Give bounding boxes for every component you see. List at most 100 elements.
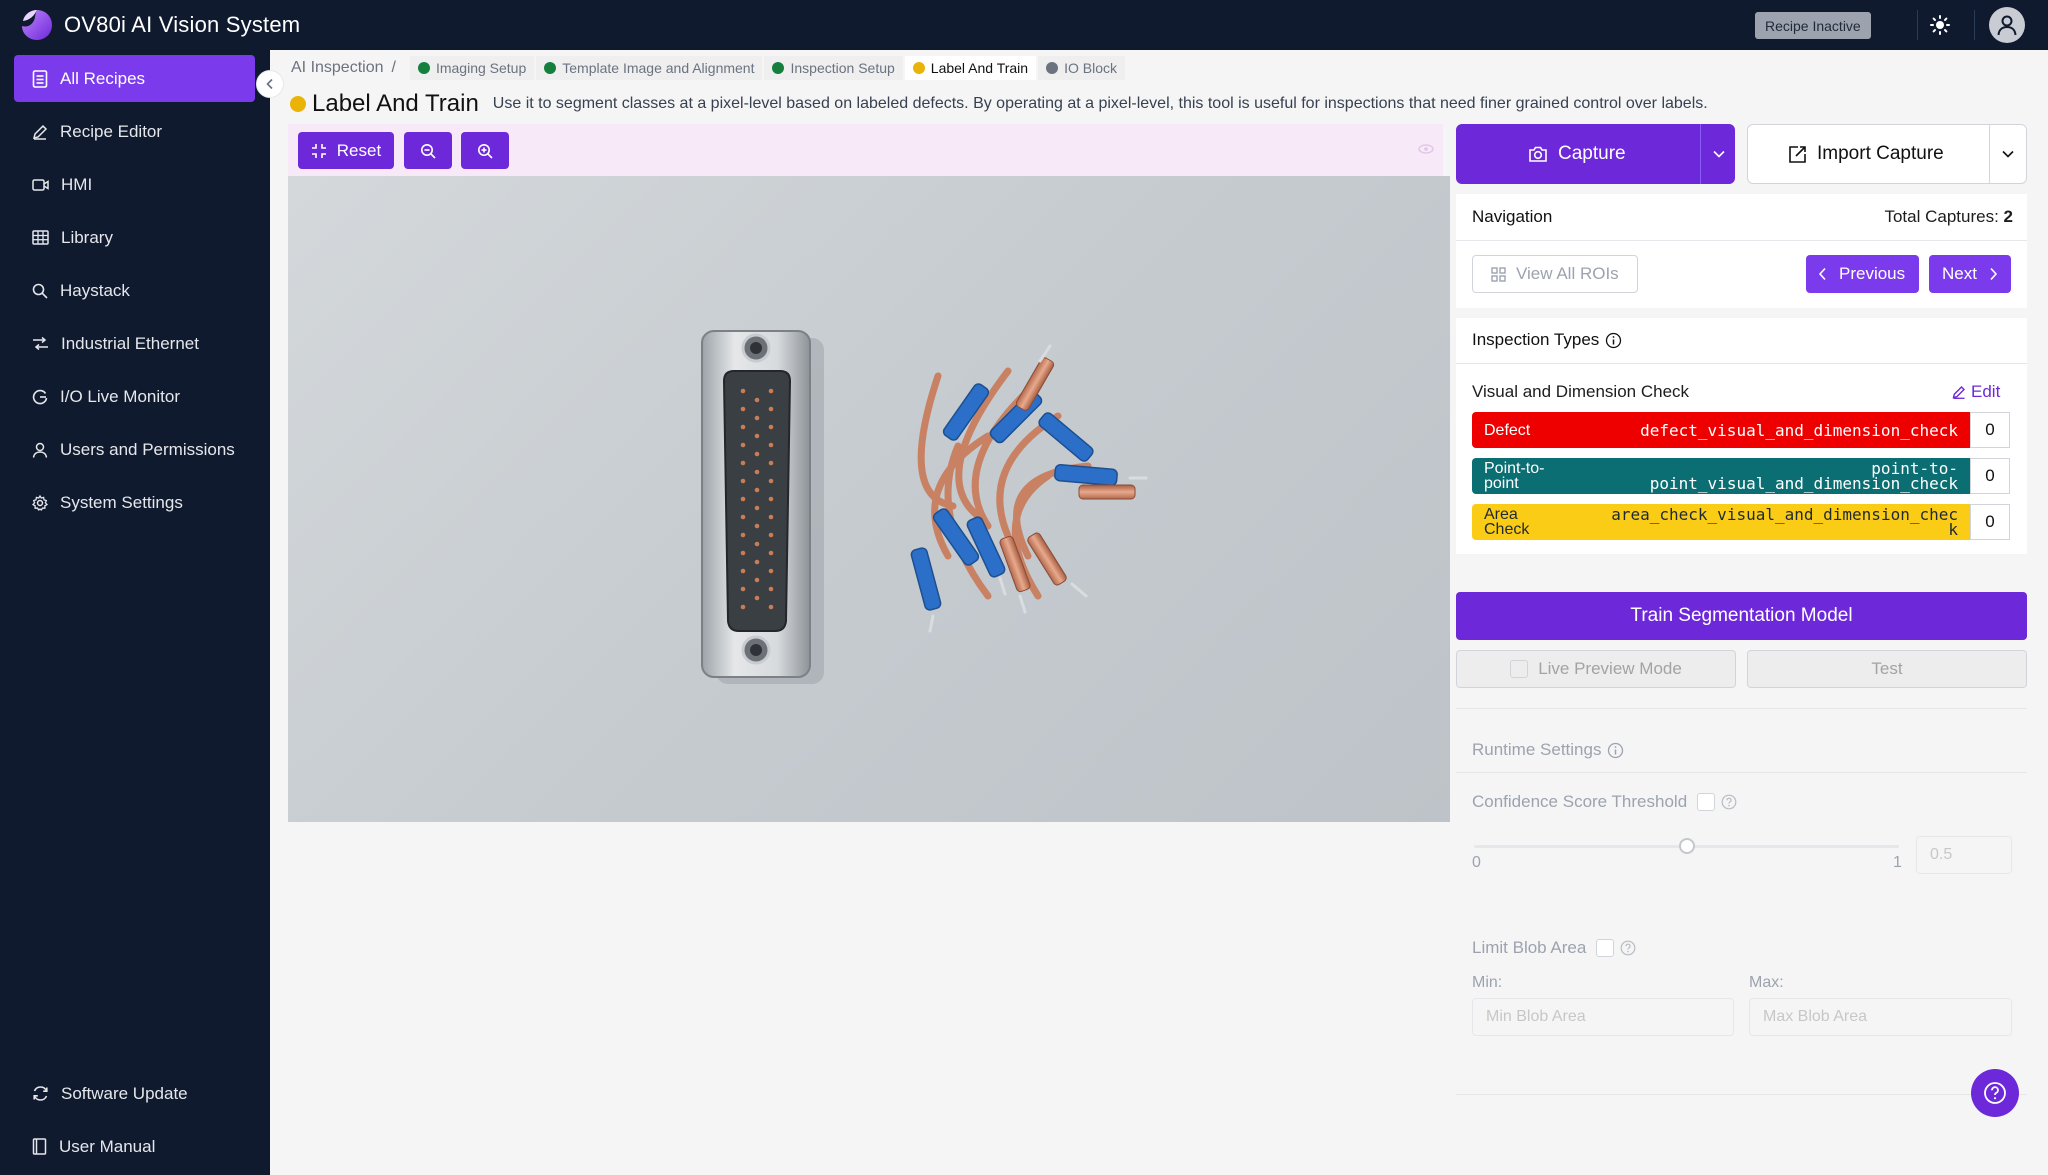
- capture-label: Capture: [1558, 143, 1626, 164]
- inspection-type-row-defect[interactable]: Defect defect_visual_and_dimension_check…: [1472, 412, 2010, 448]
- help-icon: [1984, 1082, 2006, 1104]
- inspection-type-name: Point-to-point: [1484, 461, 1544, 492]
- sidebar-item-software-update[interactable]: Software Update: [14, 1070, 255, 1117]
- help-icon[interactable]: [1620, 940, 1636, 956]
- chevron-right-icon: [1990, 267, 1998, 281]
- step-template-image-and-alignment[interactable]: Template Image and Alignment: [536, 56, 763, 80]
- help-icon[interactable]: [1721, 794, 1737, 810]
- sidebar-item-all-recipes[interactable]: All Recipes: [14, 55, 255, 102]
- sidebar-item-user-manual[interactable]: User Manual: [14, 1123, 255, 1170]
- view-all-rois-button[interactable]: View All ROIs: [1472, 255, 1638, 293]
- import-icon: [1789, 145, 1806, 163]
- sidebar-item-library[interactable]: Library: [14, 214, 255, 261]
- previous-label: Previous: [1839, 264, 1906, 283]
- import-dropdown-button[interactable]: [1990, 125, 2026, 183]
- confidence-threshold-checkbox[interactable]: [1697, 793, 1716, 811]
- inspection-type-key: defect_visual_and_dimension_check: [1640, 420, 1958, 440]
- sidebar-item-label: System Settings: [60, 492, 183, 512]
- page-description: Use it to segment classes at a pixel-lev…: [492, 95, 1708, 112]
- chevron-down-icon: [2002, 150, 2014, 158]
- train-segmentation-model-button[interactable]: Train Segmentation Model: [1456, 592, 2027, 640]
- app-logo-icon: [22, 10, 52, 40]
- pencil-icon: [1952, 386, 1965, 399]
- breadcrumb: AI Inspection / Imaging Setup Template I…: [291, 56, 1127, 80]
- fit-screen-icon: [311, 143, 326, 158]
- live-preview-mode-toggle[interactable]: Live Preview Mode: [1456, 650, 1736, 688]
- chevron-left-icon: [1818, 267, 1826, 281]
- inspection-type-label: Defect defect_visual_and_dimension_check: [1472, 412, 1970, 448]
- inspection-type-name: Defect: [1484, 421, 1531, 439]
- sidebar-item-label: Haystack: [60, 280, 130, 300]
- help-button[interactable]: [1971, 1069, 2019, 1117]
- sidebar-item-label: User Manual: [59, 1136, 156, 1156]
- inspection-type-label: Point-to-point point-to-point_visual_and…: [1472, 458, 1970, 494]
- step-io-block[interactable]: IO Block: [1038, 56, 1125, 80]
- status-dot: [1046, 62, 1059, 74]
- zoom-in-button[interactable]: [461, 132, 509, 169]
- sidebar-item-recipe-editor[interactable]: Recipe Editor: [14, 108, 255, 155]
- capture-dropdown-button[interactable]: [1702, 124, 1735, 184]
- test-button[interactable]: Test: [1747, 650, 2027, 688]
- next-button[interactable]: Next: [1929, 255, 2011, 293]
- live-preview-checkbox[interactable]: [1510, 660, 1529, 678]
- info-icon[interactable]: [1607, 742, 1624, 759]
- confidence-slider[interactable]: [1474, 836, 1899, 856]
- inspection-type-key-line-2: point_visual_and_dimension_check: [1649, 474, 1958, 493]
- inspection-type-count: 0: [1970, 458, 2010, 494]
- inspection-type-row-area-check[interactable]: Area Check area_check_visual_and_dimensio…: [1472, 504, 2010, 540]
- inspection-type-label: Area Check area_check_visual_and_dimensio…: [1472, 504, 1970, 540]
- edit-button[interactable]: Edit: [1952, 382, 2000, 402]
- sidebar-item-label: HMI: [61, 174, 93, 194]
- reset-button[interactable]: Reset: [298, 132, 394, 169]
- info-icon[interactable]: [1605, 332, 1622, 349]
- zoom-out-button[interactable]: [404, 132, 452, 169]
- capture-button[interactable]: Capture: [1456, 124, 1735, 184]
- runtime-settings-header: Runtime Settings: [1472, 740, 1624, 760]
- sidebar-item-system-settings[interactable]: System Settings: [14, 479, 255, 526]
- ethernet-icon: [33, 336, 48, 351]
- step-imaging-setup[interactable]: Imaging Setup: [409, 56, 535, 80]
- sidebar-item-users-and-permissions[interactable]: Users and Permissions: [14, 426, 255, 473]
- max-blob-area-input[interactable]: Max Blob Area: [1749, 998, 2012, 1036]
- navigation-card: Navigation Total Captures: 2 View All RO…: [1456, 194, 2027, 308]
- slider-handle[interactable]: [1678, 838, 1695, 854]
- inspection-type-key-line-2: k: [1948, 520, 1958, 539]
- step-inspection-setup[interactable]: Inspection Setup: [764, 56, 903, 80]
- sidebar-item-haystack[interactable]: Haystack: [14, 267, 255, 314]
- user-avatar-icon: [1997, 15, 2017, 36]
- total-captures-label: Total Captures:: [1884, 207, 1999, 226]
- step-label-and-train[interactable]: Label And Train: [904, 56, 1037, 80]
- inspection-types-header: Inspection Types: [1472, 330, 1622, 350]
- capture-image-viewer[interactable]: [288, 176, 1450, 822]
- import-capture-label: Import Capture: [1817, 143, 1944, 164]
- sidebar-item-io-live-monitor[interactable]: I/O Live Monitor: [14, 373, 255, 420]
- breadcrumb-separator: /: [391, 59, 396, 76]
- step-label: Inspection Setup: [790, 60, 895, 76]
- eye-icon[interactable]: [1418, 144, 1434, 154]
- previous-button[interactable]: Previous: [1806, 255, 1919, 293]
- inspection-type-name-line-2: Check: [1484, 521, 1530, 538]
- sidebar-item-label: Industrial Ethernet: [61, 333, 199, 353]
- sidebar-item-label: I/O Live Monitor: [60, 386, 180, 406]
- inspection-type-count: 0: [1970, 504, 2010, 540]
- confidence-value-input[interactable]: 0.5: [1916, 836, 2012, 874]
- status-dot: [772, 62, 785, 74]
- sidebar-collapse-button[interactable]: [256, 70, 284, 98]
- status-dot: [544, 62, 557, 74]
- limit-blob-area-checkbox[interactable]: [1596, 939, 1615, 957]
- reset-label: Reset: [336, 140, 382, 160]
- min-blob-area-input[interactable]: Min Blob Area: [1472, 998, 1734, 1036]
- video-icon: [32, 178, 49, 191]
- sidebar-item-label: Software Update: [61, 1083, 188, 1103]
- theme-toggle-button[interactable]: [1923, 8, 1957, 42]
- import-capture-button[interactable]: Import Capture: [1747, 124, 2027, 184]
- camera-icon: [1529, 146, 1547, 162]
- inspection-type-row-point-to-point[interactable]: Point-to-point point-to-point_visual_and…: [1472, 458, 2010, 494]
- sidebar-item-hmi[interactable]: HMI: [14, 161, 255, 208]
- inspection-type-key: area_check_visual_and_dimension_chec k: [1611, 507, 1958, 539]
- breadcrumb-root[interactable]: AI Inspection: [291, 59, 384, 77]
- page-header: Label And Train Use it to segment classe…: [290, 90, 1708, 118]
- sidebar-item-industrial-ethernet[interactable]: Industrial Ethernet: [14, 320, 255, 367]
- inspection-group-name: Visual and Dimension Check: [1472, 382, 1690, 401]
- user-menu-button[interactable]: [1989, 7, 2025, 43]
